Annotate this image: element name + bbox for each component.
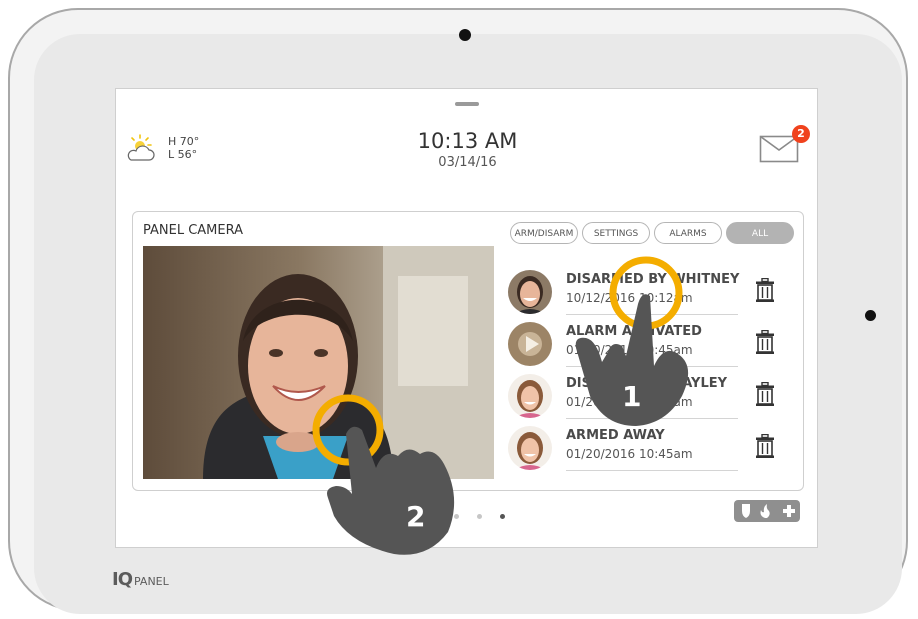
page-dot-active[interactable] xyxy=(499,514,505,519)
trash-icon xyxy=(756,381,774,406)
brand-logo: IQ PANEL xyxy=(112,569,169,590)
pull-down-handle[interactable] xyxy=(455,102,479,106)
delete-event-button[interactable] xyxy=(756,329,774,358)
page-dot[interactable] xyxy=(476,514,482,519)
trash-icon xyxy=(756,329,774,354)
gesture-hint-1: 1 xyxy=(568,256,718,432)
event-divider xyxy=(566,470,738,471)
trash-icon xyxy=(756,277,774,302)
side-sensor xyxy=(865,310,876,321)
clock-time: 10:13 AM xyxy=(417,129,518,153)
panel-camera-title: PANEL CAMERA xyxy=(143,223,244,238)
filter-arm-disarm[interactable]: ARM/DISARM xyxy=(510,222,578,244)
event-time: 01/20/2016 10:45am xyxy=(566,447,693,461)
gesture-step-label: 1 xyxy=(622,380,641,413)
logo-mark: IQ xyxy=(112,569,133,590)
event-filter-tabs: ARM/DISARM SETTINGS ALARMS ALL xyxy=(510,222,794,244)
front-camera-lens xyxy=(459,29,471,41)
medical-cross-icon xyxy=(783,505,795,517)
delete-event-button[interactable] xyxy=(756,381,774,410)
video-play-avatar xyxy=(508,322,552,366)
filter-alarms[interactable]: ALARMS xyxy=(654,222,722,244)
delete-event-button[interactable] xyxy=(756,433,774,462)
fire-icon xyxy=(760,504,770,518)
girl-avatar xyxy=(508,426,552,470)
messages-button[interactable] xyxy=(759,135,799,167)
gesture-step-label: 2 xyxy=(406,500,425,533)
trash-icon xyxy=(756,433,774,458)
filter-settings[interactable]: SETTINGS xyxy=(582,222,650,244)
clock: 10:13 AM 03/14/16 xyxy=(116,129,819,170)
gesture-hint-2: 2 xyxy=(310,394,470,563)
notification-badge: 2 xyxy=(792,125,810,143)
emergency-button[interactable] xyxy=(734,500,800,522)
shield-icon xyxy=(742,504,750,518)
girl-avatar xyxy=(508,374,552,418)
filter-all[interactable]: ALL xyxy=(726,222,794,244)
clock-date: 03/14/16 xyxy=(438,155,497,170)
delete-event-button[interactable] xyxy=(756,277,774,306)
woman-avatar xyxy=(508,270,552,314)
logo-text: PANEL xyxy=(134,575,169,588)
